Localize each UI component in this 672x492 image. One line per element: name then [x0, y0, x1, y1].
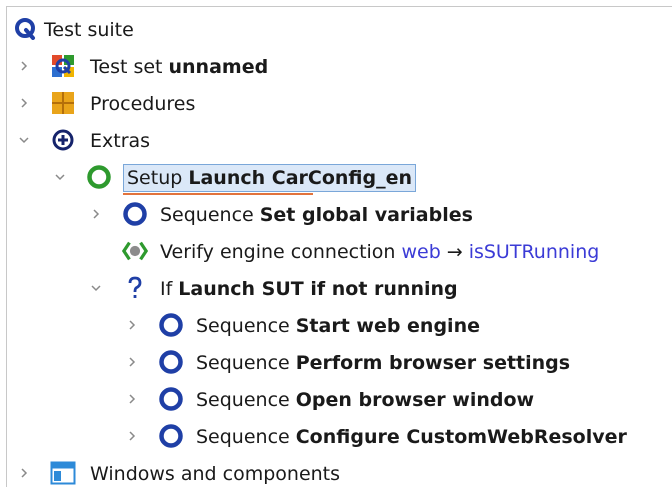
tree-node-sequence[interactable]: Sequence Perform browser settings — [0, 344, 672, 381]
node-type: Sequence — [196, 388, 290, 411]
node-type: Verify engine connection — [160, 240, 396, 263]
tree-node-label: Test suite — [44, 18, 134, 41]
node-name: Start web engine — [295, 314, 480, 337]
sequence-circle-icon — [158, 423, 184, 449]
extras-plus-icon — [50, 127, 76, 153]
tree-node-label: Extras — [90, 129, 151, 152]
node-name: Set global variables — [259, 203, 473, 226]
chevron-down-icon[interactable] — [52, 169, 68, 185]
tree-node-label: Procedures — [90, 92, 196, 115]
node-name: unnamed — [168, 55, 269, 78]
chevron-right-icon[interactable] — [124, 428, 140, 444]
tree-node-if[interactable]: If Launch SUT if not running — [0, 270, 672, 307]
windows-components-icon — [50, 460, 76, 486]
chevron-right-icon[interactable] — [16, 95, 32, 111]
qf-test-logo-icon — [12, 16, 38, 42]
sequence-circle-icon — [122, 201, 148, 227]
arrow-glyph: → — [446, 240, 463, 263]
sequence-circle-icon — [158, 386, 184, 412]
tree-node-test-set[interactable]: Test set unnamed — [0, 48, 672, 85]
node-type: Sequence — [196, 351, 290, 374]
check-engine-icon — [122, 238, 148, 264]
node-name: Perform browser settings — [295, 351, 571, 374]
chevron-down-icon[interactable] — [88, 280, 104, 296]
tree-node-sequence[interactable]: Sequence Configure CustomWebResolver — [0, 418, 672, 455]
node-type: Test set — [90, 55, 163, 78]
chevron-right-icon[interactable] — [16, 58, 32, 74]
sequence-circle-icon — [158, 349, 184, 375]
node-name: Launch SUT if not running — [178, 277, 458, 300]
tree-node-procedures[interactable]: Procedures — [0, 85, 672, 122]
tree-node-sequence[interactable]: Sequence Start web engine — [0, 307, 672, 344]
tree-node-verify-engine[interactable]: Verify engine connection web → isSUTRunn… — [0, 233, 672, 270]
node-type: Sequence — [160, 203, 254, 226]
chevron-right-icon[interactable] — [16, 465, 32, 481]
node-name: Launch CarConfig_en — [188, 166, 412, 189]
setup-circle-icon — [86, 164, 112, 190]
variable-name: isSUTRunning — [468, 240, 600, 263]
node-type: Sequence — [196, 425, 290, 448]
chevron-right-icon[interactable] — [88, 206, 104, 222]
node-type: If — [160, 277, 173, 300]
tree-node-sequence[interactable]: Sequence Open browser window — [0, 381, 672, 418]
chevron-right-icon[interactable] — [124, 391, 140, 407]
selected-node-label[interactable]: Setup Launch CarConfig_en — [123, 163, 416, 192]
tree-node-setup[interactable]: Setup Launch CarConfig_en — [0, 159, 672, 196]
procedures-icon — [50, 90, 76, 116]
tree-node-extras[interactable]: Extras — [0, 122, 672, 159]
node-type: Sequence — [196, 314, 290, 337]
question-icon — [122, 275, 148, 301]
chevron-right-icon[interactable] — [124, 354, 140, 370]
tree-node-label: Windows and components — [90, 462, 341, 485]
chevron-right-icon[interactable] — [124, 317, 140, 333]
node-name: Open browser window — [295, 388, 535, 411]
node-name: Configure CustomWebResolver — [295, 425, 627, 448]
tree-node-windows-components[interactable]: Windows and components — [0, 455, 672, 492]
sequence-circle-icon — [158, 312, 184, 338]
tree-node-sequence[interactable]: Sequence Set global variables — [0, 196, 672, 233]
test-set-icon — [50, 53, 76, 79]
chevron-down-icon[interactable] — [16, 132, 32, 148]
tree-node-test-suite[interactable]: Test suite — [0, 11, 672, 48]
focus-underline — [123, 193, 313, 195]
node-type: Setup — [127, 166, 183, 189]
engine-name: web — [401, 240, 441, 263]
